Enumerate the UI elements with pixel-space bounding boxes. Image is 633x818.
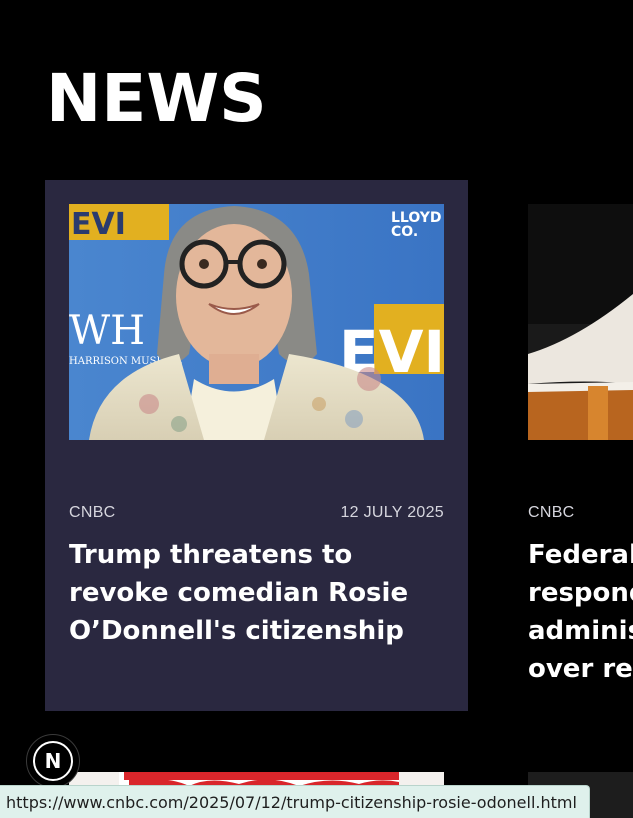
news-source: CNBC — [69, 504, 116, 521]
svg-text:WH: WH — [69, 308, 145, 354]
page-title: NEWS — [46, 60, 267, 137]
news-card[interactable]: EVI WH HARRISON MUSICAL LLOYD CO. EVIT — [45, 180, 468, 711]
news-source: CNBC — [528, 504, 575, 521]
svg-text:CO.: CO. — [391, 224, 418, 240]
news-headline[interactable]: Federalrespondadminisover rem — [528, 536, 633, 688]
svg-text:EVI: EVI — [71, 207, 126, 242]
news-card-image[interactable]: EVI WH HARRISON MUSICAL LLOYD CO. EVIT — [69, 204, 444, 440]
nextjs-logo-icon: N — [33, 741, 73, 781]
nextjs-dev-badge[interactable]: N — [26, 734, 80, 788]
news-headline[interactable]: Trump threatens to revoke comedian Rosie… — [69, 536, 444, 650]
news-date: 12 JULY 2025 — [340, 504, 444, 521]
news-page: NEWS EVI WH HARRISON MUSICAL LLOYD CO. E… — [0, 0, 633, 818]
news-card-image[interactable] — [528, 204, 633, 440]
link-preview-url: https://www.cnbc.com/2025/07/12/trump-ci… — [6, 792, 577, 812]
link-preview-status-bar: https://www.cnbc.com/2025/07/12/trump-ci… — [0, 785, 590, 818]
